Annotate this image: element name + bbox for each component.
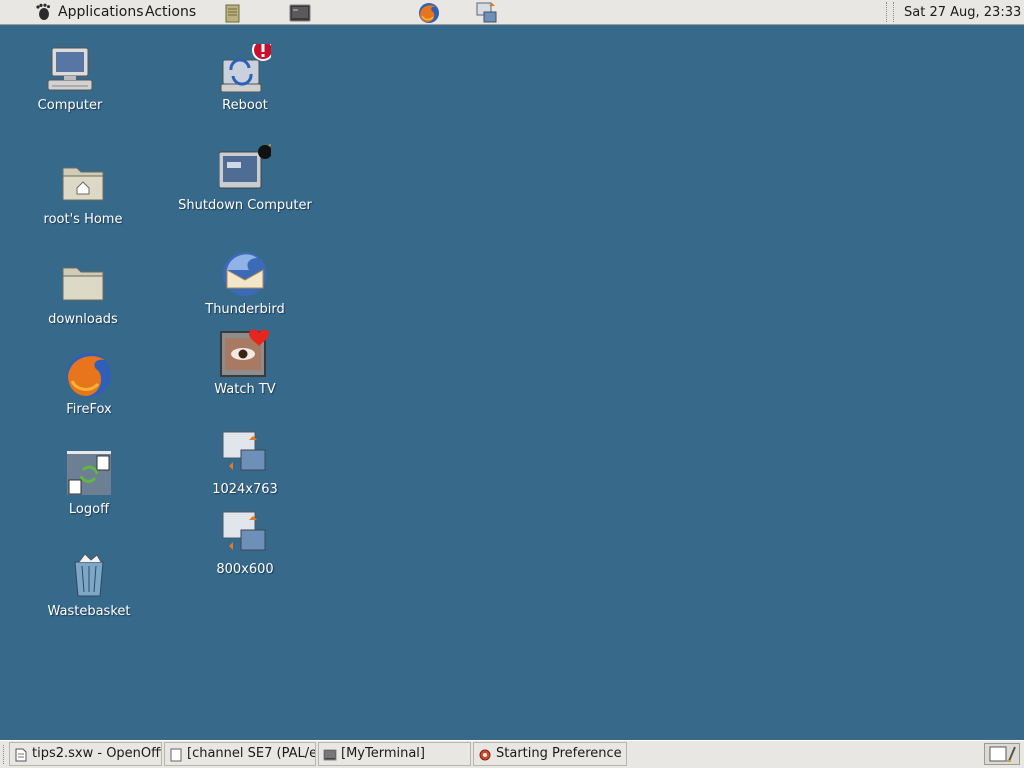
shutdown-icon bbox=[219, 144, 271, 189]
taskbar-button-openoffice[interactable]: tips2.sxw - OpenOffice bbox=[9, 742, 162, 766]
desktop-icon-resolution-800[interactable]: 800x600 bbox=[175, 508, 315, 577]
taskbar-button-preferences[interactable]: Starting Preference bbox=[473, 742, 627, 766]
desktop-icon-label: Thunderbird bbox=[205, 302, 285, 317]
bottom-panel: tips2.sxw - OpenOffice [channel SE7 (PAL… bbox=[0, 740, 1024, 768]
applications-menu[interactable]: Applications bbox=[58, 4, 144, 20]
desktop-icon-computer[interactable]: Computer bbox=[0, 44, 140, 113]
folder-icon bbox=[62, 267, 104, 301]
desktop-icon-resolution-1024[interactable]: 1024x763 bbox=[175, 428, 315, 497]
computer-icon bbox=[47, 47, 93, 91]
desktop-icon-label: downloads bbox=[48, 312, 118, 327]
desktop-icon-home[interactable]: root's Home bbox=[13, 158, 153, 227]
firefox-icon[interactable] bbox=[418, 2, 440, 24]
desktop-icon-thunderbird[interactable]: Thunderbird bbox=[175, 248, 315, 317]
home-folder-icon bbox=[62, 167, 104, 201]
desktop-icon-label: Wastebasket bbox=[47, 604, 131, 619]
actions-menu[interactable]: Actions bbox=[145, 4, 196, 20]
desktop-icon-label: Reboot bbox=[222, 98, 268, 113]
desktop-icon-shutdown[interactable]: Shutdown Computer bbox=[175, 144, 315, 213]
desktop-icon-logoff[interactable]: Logoff bbox=[19, 448, 159, 517]
tv-eye-icon bbox=[220, 329, 269, 377]
panel-handle[interactable] bbox=[886, 2, 894, 22]
reboot-icon bbox=[220, 44, 271, 93]
taskbar-button-channel[interactable]: [channel SE7 (PAL/e bbox=[164, 742, 316, 766]
taskbar-button-label: [channel SE7 (PAL/e bbox=[187, 746, 316, 761]
screen-resize-icon bbox=[222, 431, 266, 471]
screen-resize-icon[interactable] bbox=[476, 2, 498, 24]
top-panel: Applications Actions Sat 27 Aug, 23:33 bbox=[0, 0, 1024, 25]
screen-resize-icon bbox=[222, 511, 266, 551]
desktop-icon-label: Logoff bbox=[68, 502, 110, 517]
firefox-icon bbox=[67, 353, 111, 397]
blank-window-icon bbox=[170, 748, 182, 762]
desktop-icon-label: Computer bbox=[37, 98, 103, 113]
terminal-icon bbox=[323, 749, 337, 761]
trash-icon bbox=[74, 553, 104, 597]
taskbar-button-label: Starting Preference bbox=[496, 746, 622, 761]
desktop-icon-watch-tv[interactable]: Watch TV bbox=[175, 328, 315, 397]
desktop-icon-label: 800x600 bbox=[216, 562, 274, 577]
terminal-icon[interactable] bbox=[289, 2, 311, 24]
panel-handle[interactable] bbox=[3, 745, 8, 764]
taskbar-button-terminal[interactable]: [MyTerminal] bbox=[318, 742, 471, 766]
notes-icon[interactable] bbox=[222, 2, 244, 24]
gnome-foot-icon[interactable] bbox=[34, 3, 52, 21]
taskbar-button-label: [MyTerminal] bbox=[341, 746, 425, 761]
desktop-icon-label: Watch TV bbox=[214, 382, 276, 397]
clock[interactable]: Sat 27 Aug, 23:33 bbox=[904, 5, 1021, 20]
desktop-icon-label: root's Home bbox=[43, 212, 123, 227]
desktop-icon-label: Shutdown Computer bbox=[178, 198, 312, 213]
desktop-icon-firefox[interactable]: FireFox bbox=[19, 348, 159, 417]
thunderbird-icon bbox=[223, 252, 267, 296]
preferences-icon bbox=[479, 749, 491, 761]
desktop-icon-label: 1024x763 bbox=[212, 482, 278, 497]
desktop-icon-reboot[interactable]: Reboot bbox=[175, 44, 315, 113]
logoff-icon bbox=[67, 451, 111, 495]
desktop-icon-downloads[interactable]: downloads bbox=[13, 258, 153, 327]
show-desktop-icon bbox=[989, 746, 1016, 762]
document-icon bbox=[15, 748, 27, 762]
desktop-icon-label: FireFox bbox=[66, 402, 112, 417]
show-desktop-button[interactable] bbox=[984, 743, 1020, 765]
taskbar-button-label: tips2.sxw - OpenOffice bbox=[32, 746, 161, 761]
desktop-icon-wastebasket[interactable]: Wastebasket bbox=[19, 550, 159, 619]
